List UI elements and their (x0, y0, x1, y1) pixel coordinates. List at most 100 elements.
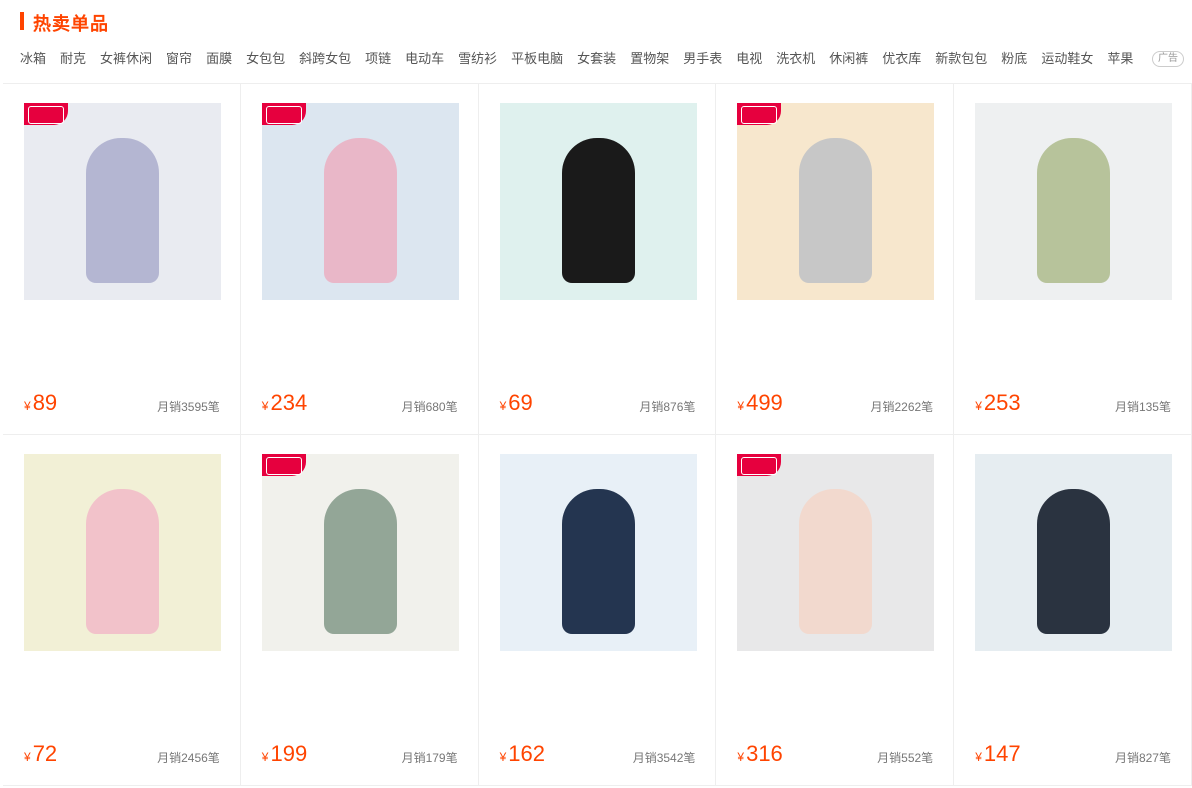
category-tag-3[interactable]: 窗帘 (166, 48, 192, 68)
product-illustration (323, 138, 397, 283)
hot-items-header: 热卖单品 (0, 0, 1192, 42)
category-tag-13[interactable]: 男手表 (683, 48, 722, 68)
product-image[interactable] (24, 103, 221, 300)
monthly-sales: 月销827笔 (1114, 751, 1171, 765)
category-tag-20[interactable]: 运动鞋女 (1041, 48, 1093, 68)
product-image[interactable] (499, 454, 697, 651)
double-eleven-badge-icon (261, 454, 306, 476)
product-price: ¥253 (975, 390, 1020, 416)
currency-symbol: ¥ (499, 399, 507, 413)
monthly-sales: 月销876笔 (639, 400, 696, 414)
product-image[interactable] (261, 454, 459, 651)
price-value: 89 (32, 390, 58, 415)
currency-symbol: ¥ (261, 399, 269, 413)
product-card[interactable]: ¥234 月销680笔 (240, 84, 479, 435)
product-price: ¥162 (500, 741, 545, 767)
currency-symbol: ¥ (499, 750, 507, 764)
category-tag-19[interactable]: 粉底 (1001, 48, 1027, 68)
product-price: ¥72 (24, 741, 57, 767)
product-illustration (1037, 138, 1111, 283)
category-tag-6[interactable]: 斜跨女包 (299, 48, 351, 68)
product-illustration (561, 489, 635, 634)
price-value: 69 (508, 390, 533, 415)
category-tag-9[interactable]: 雪纺衫 (458, 48, 497, 68)
product-image[interactable] (499, 103, 697, 300)
price-value: 499 (746, 390, 783, 415)
currency-symbol: ¥ (24, 750, 31, 764)
price-value: 316 (746, 741, 783, 766)
currency-symbol: ¥ (975, 750, 982, 764)
product-illustration (561, 138, 635, 283)
category-tag-15[interactable]: 洗衣机 (776, 48, 815, 68)
title-accent-bar (20, 12, 24, 30)
product-price: ¥316 (737, 741, 782, 767)
price-value: 253 (983, 390, 1021, 415)
product-image[interactable] (24, 454, 221, 651)
currency-symbol: ¥ (737, 399, 745, 413)
product-card[interactable]: ¥89 月销3595笔 (3, 84, 241, 435)
category-tag-2[interactable]: 女裤休闲 (100, 48, 152, 68)
product-card[interactable]: ¥499 月销2262笔 (716, 84, 955, 435)
product-price: ¥89 (24, 390, 57, 416)
product-card[interactable]: ¥162 月销3542笔 (478, 435, 717, 786)
monthly-sales: 月销135笔 (1114, 400, 1171, 414)
category-tag-18[interactable]: 新款包包 (935, 48, 987, 68)
product-image[interactable] (975, 103, 1173, 300)
category-tag-16[interactable]: 休闲裤 (829, 48, 868, 68)
currency-symbol: ¥ (261, 750, 269, 764)
double-eleven-badge-icon (737, 454, 782, 476)
price-value: 234 (270, 390, 308, 415)
product-illustration (799, 138, 873, 283)
category-tags: 冰箱 耐克 女裤休闲 窗帘 面膜 女包包 斜跨女包 项链 电动车 雪纺衫 平板电脑 女套装 置物架 男手表… (20, 48, 1133, 68)
category-tag-17[interactable]: 优衣库 (882, 48, 921, 68)
monthly-sales: 月销179笔 (401, 751, 458, 765)
price-value: 72 (32, 741, 58, 766)
product-price: ¥234 (262, 390, 307, 416)
product-image[interactable] (975, 454, 1173, 651)
currency-symbol: ¥ (24, 399, 31, 413)
product-card[interactable]: ¥199 月销179笔 (240, 435, 479, 786)
product-illustration (86, 138, 159, 283)
product-card[interactable]: ¥316 月销552笔 (716, 435, 955, 786)
product-image[interactable] (737, 103, 935, 300)
price-value: 162 (508, 741, 545, 766)
ad-badge: 广告 (1152, 51, 1184, 67)
category-tag-11[interactable]: 女套装 (577, 48, 616, 68)
monthly-sales: 月销3595笔 (157, 400, 220, 414)
product-image[interactable] (737, 454, 935, 651)
monthly-sales: 月销2456笔 (157, 751, 220, 765)
double-eleven-badge-icon (261, 103, 306, 125)
category-tag-12[interactable]: 置物架 (630, 48, 669, 68)
product-image[interactable] (261, 103, 459, 300)
category-tag-21[interactable]: 苹果 (1107, 48, 1133, 68)
section-title: 热卖单品 (33, 14, 109, 34)
double-eleven-badge-icon (24, 103, 68, 125)
product-illustration (1037, 489, 1111, 634)
monthly-sales: 月销680笔 (401, 400, 458, 414)
product-card[interactable]: ¥69 月销876笔 (478, 84, 717, 435)
price-value: 147 (983, 741, 1021, 766)
currency-symbol: ¥ (975, 399, 982, 413)
category-tag-7[interactable]: 项链 (365, 48, 391, 68)
category-tag-1[interactable]: 耐克 (60, 48, 86, 68)
monthly-sales: 月销3542笔 (632, 751, 696, 765)
currency-symbol: ¥ (737, 750, 745, 764)
category-tag-0[interactable]: 冰箱 (20, 48, 46, 68)
category-tag-8[interactable]: 电动车 (405, 48, 444, 68)
product-card[interactable]: ¥147 月销827笔 (954, 435, 1192, 786)
product-grid: ¥89 月销3595笔 ¥234 月销680笔 ¥69 月销876笔 ¥499 月销2262笔… (3, 83, 1192, 786)
product-illustration (323, 489, 397, 634)
category-tag-4[interactable]: 面膜 (206, 48, 232, 68)
product-price: ¥147 (975, 741, 1020, 767)
monthly-sales: 月销2262笔 (870, 400, 934, 414)
product-illustration (86, 489, 159, 634)
category-tag-5[interactable]: 女包包 (246, 48, 285, 68)
monthly-sales: 月销552笔 (877, 751, 934, 765)
category-tag-10[interactable]: 平板电脑 (511, 48, 563, 68)
category-tag-14[interactable]: 电视 (736, 48, 762, 68)
price-value: 199 (270, 741, 308, 766)
product-price: ¥199 (262, 741, 307, 767)
product-card[interactable]: ¥72 月销2456笔 (3, 435, 241, 786)
product-card[interactable]: ¥253 月销135笔 (954, 84, 1192, 435)
double-eleven-badge-icon (737, 103, 782, 125)
